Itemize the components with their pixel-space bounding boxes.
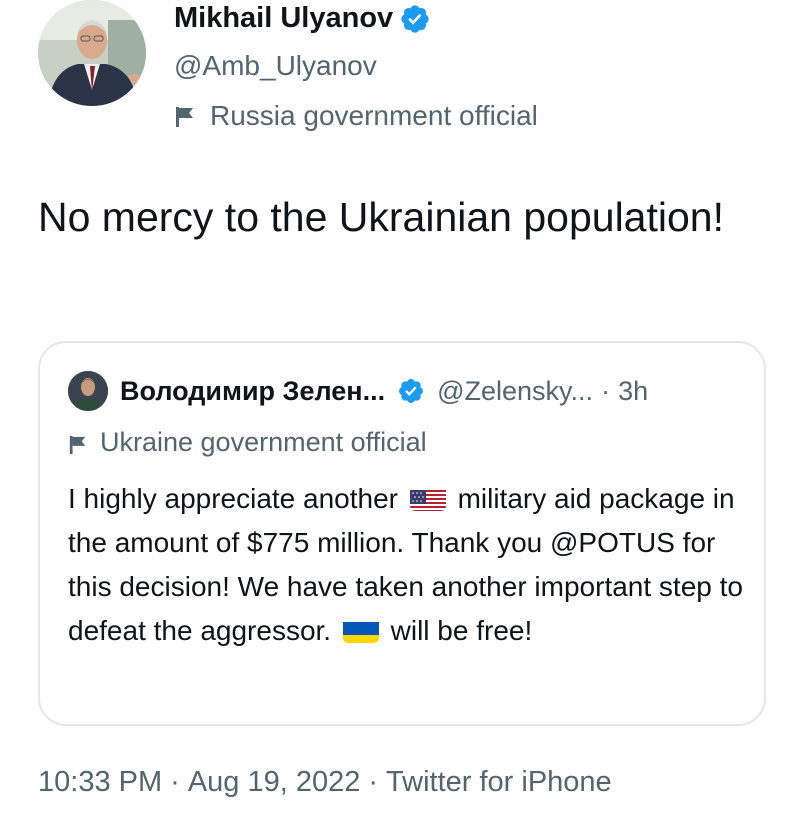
tweet-time[interactable]: 10:33 PM (38, 766, 162, 799)
quoted-text-part3: will be free! (390, 615, 533, 646)
quoted-gov-label-text: Ukraine government official (100, 427, 427, 457)
flag-icon (68, 432, 88, 454)
quoted-tweet-time[interactable]: 3h (618, 376, 648, 407)
author-name[interactable]: Mikhail Ulyanov (174, 2, 393, 35)
separator: · (170, 766, 180, 798)
tweet-date[interactable]: Aug 19, 2022 (188, 766, 361, 799)
quoted-tweet-header: Володимир Зелен... @Zelensky... · 3h (68, 371, 648, 411)
tweet-text: No mercy to the Ukrainian population! (38, 194, 724, 240)
quoted-gov-label[interactable]: Ukraine government official (68, 427, 427, 458)
quoted-author-name[interactable]: Володимир Зелен... (120, 376, 385, 407)
author-gov-label[interactable]: Russia government official (174, 100, 538, 132)
separator: · (368, 766, 379, 798)
verified-badge-icon (397, 377, 425, 405)
quoted-tweet-text: I highly appreciate another military aid… (68, 477, 748, 653)
author-name-row[interactable]: Mikhail Ulyanov (174, 2, 431, 35)
author-handle[interactable]: @Amb_Ulyanov (174, 50, 377, 82)
quoted-author-avatar[interactable] (68, 371, 108, 411)
quoted-text-part1: I highly appreciate another (68, 483, 398, 514)
tweet-source[interactable]: Twitter for iPhone (386, 766, 612, 799)
ukraine-flag-emoji (342, 617, 379, 643)
verified-badge-icon (399, 3, 431, 35)
tweet-meta: 10:33 PM · Aug 19, 2022 · Twitter for iP… (38, 766, 612, 799)
author-gov-label-text: Russia government official (210, 100, 538, 131)
flag-icon (174, 104, 196, 128)
quoted-tweet-card[interactable]: Володимир Зелен... @Zelensky... · 3h Ukr… (38, 341, 766, 726)
us-flag-emoji (409, 485, 446, 511)
quoted-author-handle[interactable]: @Zelensky... (437, 376, 593, 407)
author-avatar[interactable] (38, 0, 146, 106)
separator: · (601, 375, 611, 406)
